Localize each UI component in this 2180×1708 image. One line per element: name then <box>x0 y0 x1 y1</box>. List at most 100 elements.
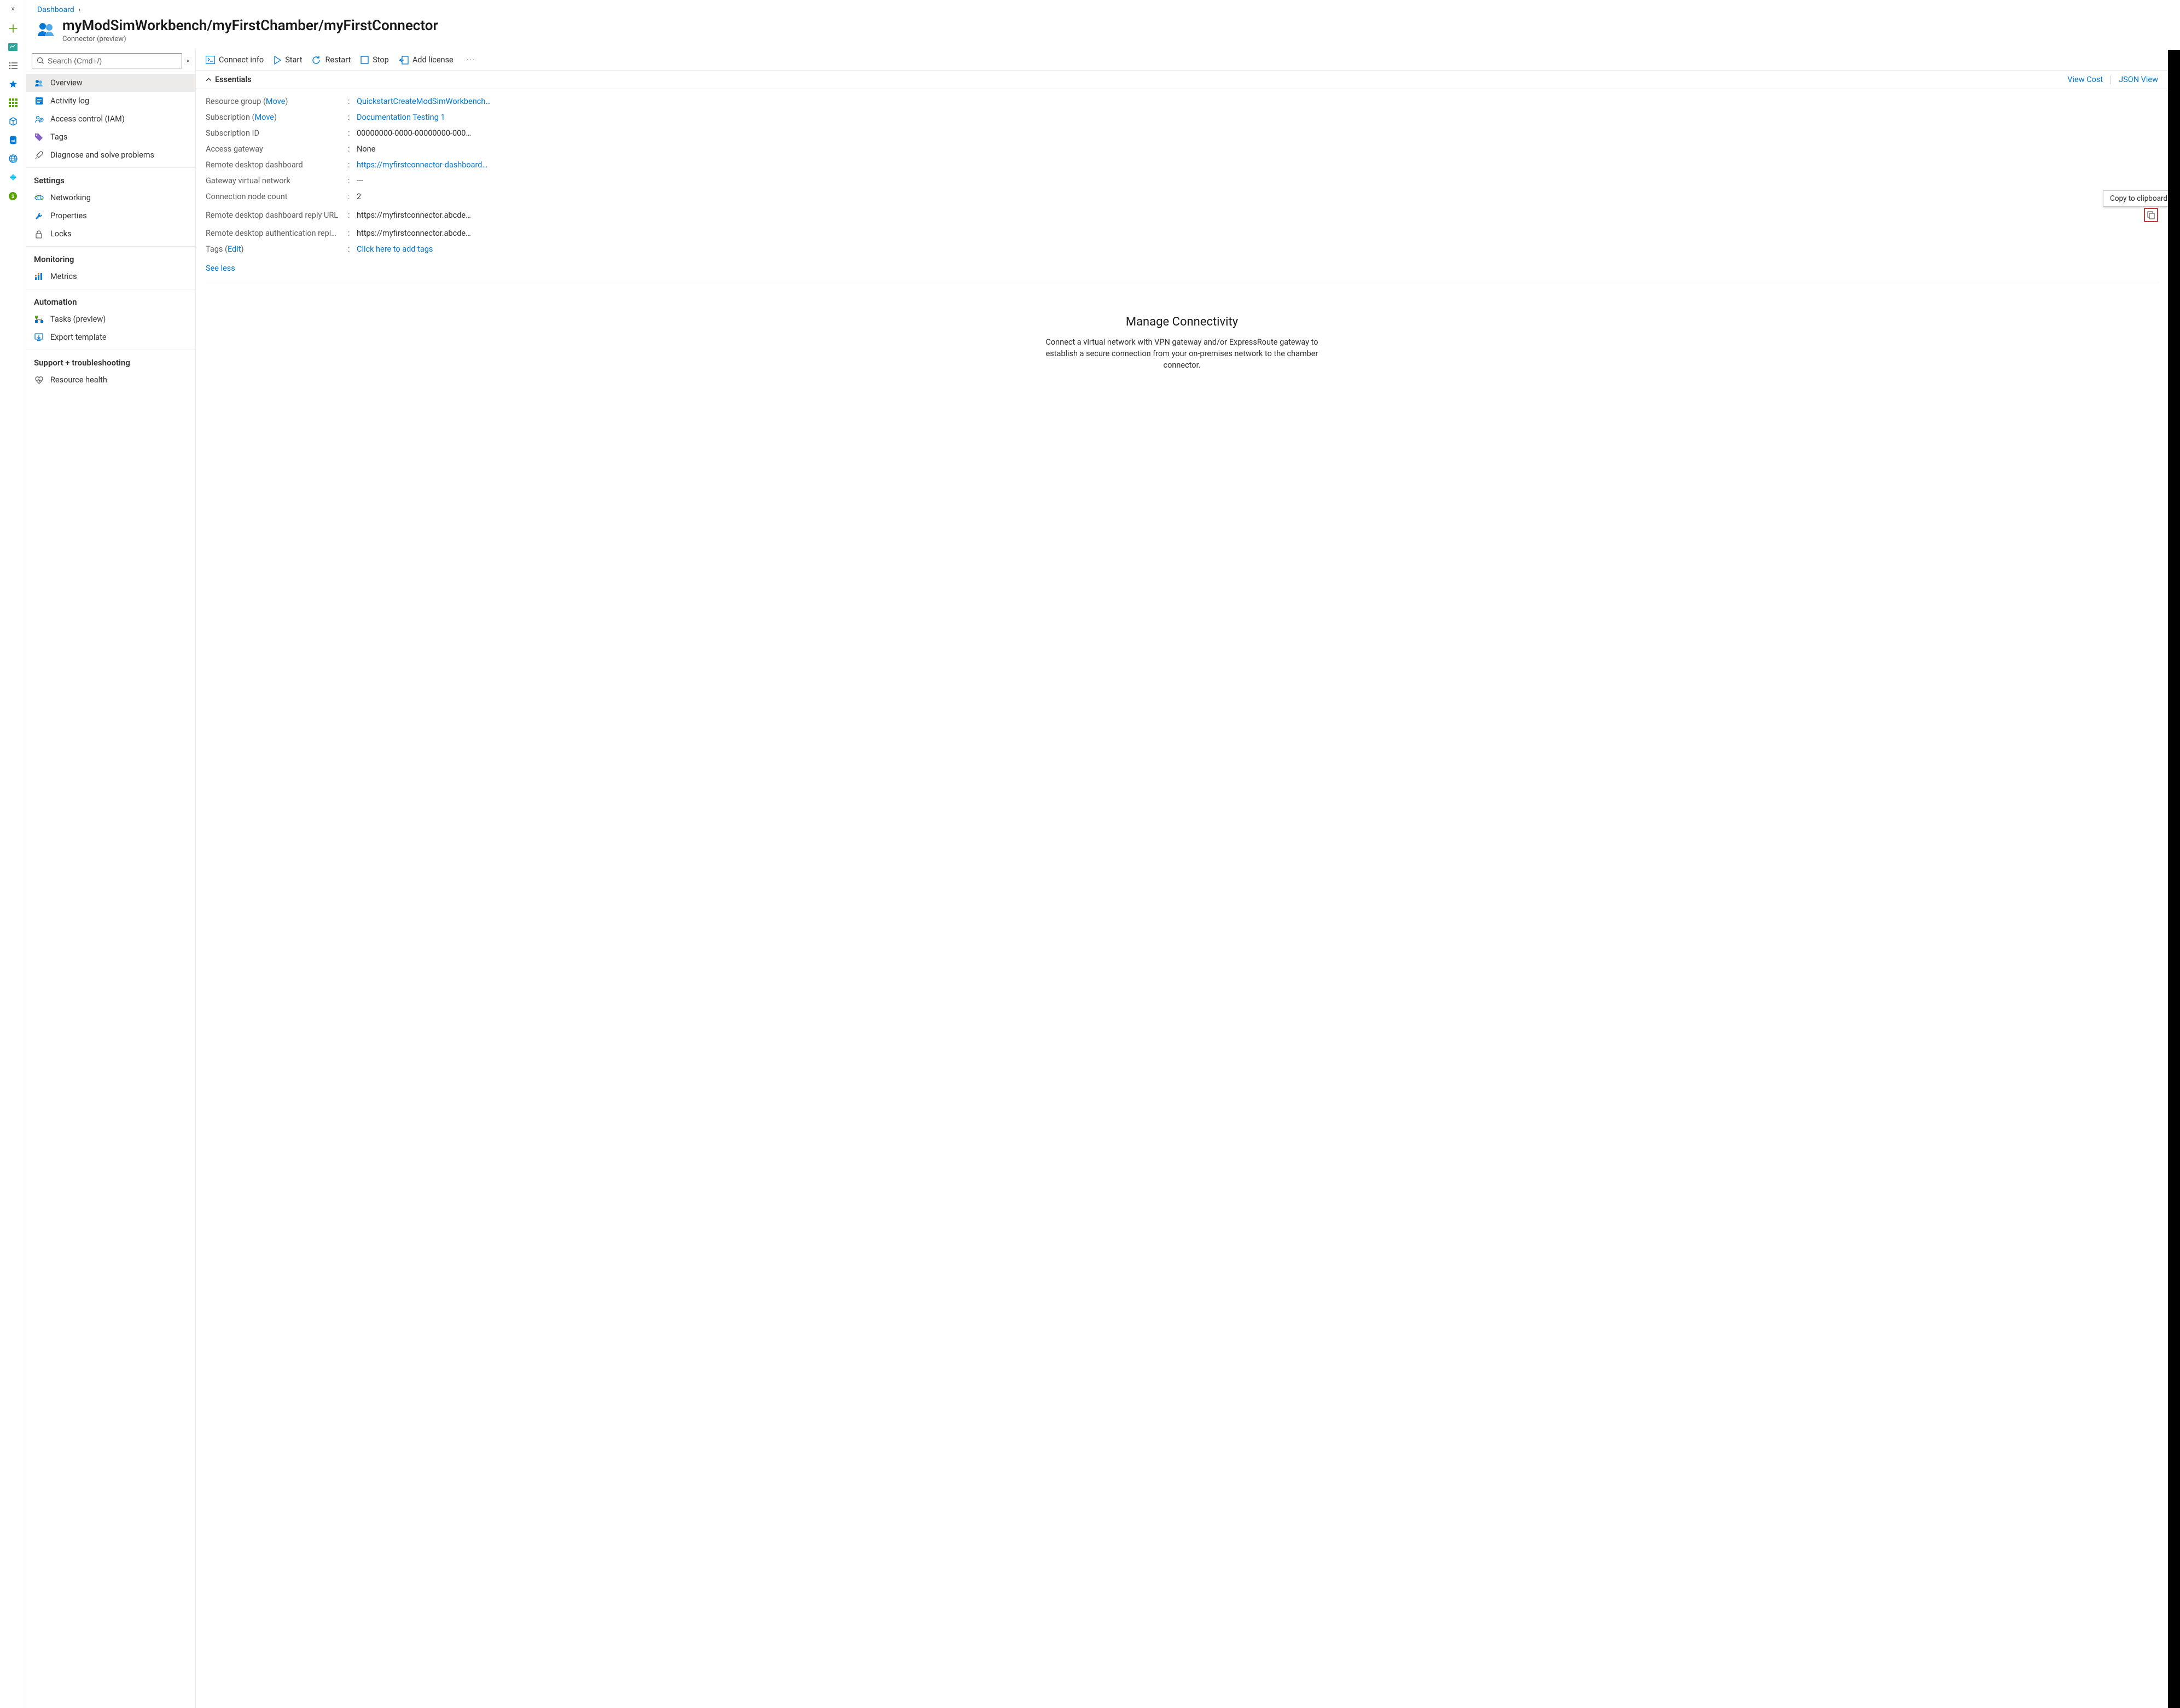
sidebar-item-label: Tasks (preview) <box>50 315 106 324</box>
sidebar-search[interactable] <box>32 53 182 68</box>
essentials-label: Remote desktop dashboard <box>206 160 348 170</box>
edit-link[interactable]: Edit <box>228 245 241 254</box>
rail-list-icon[interactable] <box>8 60 19 71</box>
sidebar-heading-monitoring: Monitoring <box>26 246 195 268</box>
sidebar-item-label: Access control (IAM) <box>50 114 125 124</box>
sidebar-item-overview[interactable]: Overview <box>26 74 195 92</box>
sidebar-item-label: Metrics <box>50 272 77 281</box>
sidebar-item-diagnose[interactable]: Diagnose and solve problems <box>26 146 195 164</box>
essentials-label: Remote desktop dashboard reply URL <box>206 211 348 220</box>
sidebar-heading-automation: Automation <box>26 289 195 310</box>
manage-connectivity-section: Manage Connectivity Connect a virtual ne… <box>196 282 2168 382</box>
sidebar-item-networking[interactable]: Networking <box>26 189 195 207</box>
essentials-heading: Essentials <box>215 75 252 84</box>
properties-icon <box>34 212 44 220</box>
svg-text:sql: sql <box>11 140 15 143</box>
essentials-label: Access gateway <box>206 144 348 154</box>
sidebar-item-label: Diagnose and solve problems <box>50 150 154 160</box>
essentials-row: Tags (Edit):Click here to add tags <box>206 241 2158 257</box>
essentials-toggle[interactable]: Essentials <box>206 75 252 84</box>
sidebar-item-label: Locks <box>50 229 72 239</box>
resource-sidebar: « Overview Activity log Access control (IA… <box>26 50 196 1708</box>
rail-dashboard-icon[interactable] <box>8 42 19 53</box>
sidebar-item-metrics[interactable]: Metrics <box>26 268 195 286</box>
essentials-row: Connection node count:2 <box>206 189 2158 205</box>
sidebar-item-activity[interactable]: Activity log <box>26 92 195 110</box>
more-actions-button[interactable]: ··· <box>463 56 479 65</box>
essentials-value[interactable]: https://myfirstconnector-dashboard… <box>357 160 2158 170</box>
add-license-button[interactable]: Add license <box>399 55 454 65</box>
resource-type-icon <box>37 21 56 39</box>
connect-info-button[interactable]: Connect info <box>206 55 264 65</box>
sidebar-heading-support: Support + troubleshooting <box>26 350 195 371</box>
connectivity-heading: Manage Connectivity <box>240 315 2124 329</box>
essentials-label: Subscription (Move) <box>206 113 348 122</box>
restart-button[interactable]: Restart <box>312 55 351 65</box>
search-icon <box>37 57 44 65</box>
export-icon <box>34 333 44 341</box>
sidebar-item-tags[interactable]: Tags <box>26 128 195 146</box>
sidebar-item-iam[interactable]: Access control (IAM) <box>26 110 195 128</box>
essentials-label: Gateway virtual network <box>206 176 348 185</box>
start-label: Start <box>285 55 302 65</box>
metrics-icon <box>34 272 44 281</box>
sidebar-item-label: Networking <box>50 193 91 202</box>
sidebar-item-label: Export template <box>50 333 107 342</box>
rail-allservices-icon[interactable] <box>8 97 19 108</box>
move-link[interactable]: Move <box>255 113 274 122</box>
essentials-value[interactable]: QuickstartCreateModSimWorkbench… <box>357 97 2158 106</box>
essentials-value[interactable]: Click here to add tags <box>357 245 2158 254</box>
essentials-row: Access gateway:None <box>206 141 2158 157</box>
main-panel: Connect info Start Restart Stop Add lice… <box>196 50 2168 1708</box>
collapse-sidebar-icon[interactable]: « <box>187 57 190 65</box>
rail-diamond-icon[interactable] <box>8 172 19 183</box>
rail-cost-icon[interactable]: $ <box>8 190 19 201</box>
tags-icon <box>34 133 44 142</box>
terminal-icon <box>206 56 215 64</box>
sidebar-item-health[interactable]: Resource health <box>26 371 195 389</box>
sidebar-item-export[interactable]: Export template <box>26 328 195 346</box>
see-less-link[interactable]: See less <box>196 258 245 281</box>
copy-icon <box>2147 211 2155 219</box>
rail-sql-icon[interactable]: sql <box>8 135 19 146</box>
json-view-link[interactable]: JSON View <box>2119 75 2158 84</box>
search-input[interactable] <box>48 56 177 65</box>
diagnose-icon <box>34 151 44 160</box>
copy-button[interactable]: Copy to clipboard <box>2144 208 2158 222</box>
command-bar: Connect info Start Restart Stop Add lice… <box>196 52 2168 70</box>
expand-rail-icon[interactable]: » <box>11 4 15 13</box>
essentials-label: Connection node count <box>206 192 348 201</box>
rail-cube-icon[interactable] <box>8 116 19 127</box>
sidebar-heading-settings: Settings <box>26 167 195 189</box>
sidebar-item-label: Properties <box>50 211 87 220</box>
essentials-value: --- <box>357 176 2158 185</box>
add-license-label: Add license <box>412 55 454 65</box>
chevron-right-icon: › <box>78 5 80 14</box>
sidebar-item-properties[interactable]: Properties <box>26 207 195 225</box>
connect-info-label: Connect info <box>219 55 264 65</box>
sidebar-item-locks[interactable]: Locks <box>26 225 195 243</box>
breadcrumb-root[interactable]: Dashboard <box>37 5 74 14</box>
essentials-label: Remote desktop authentication repl… <box>206 229 348 238</box>
move-link[interactable]: Move <box>266 97 285 106</box>
sidebar-item-tasks[interactable]: Tasks (preview) <box>26 310 195 328</box>
rail-globe-icon[interactable] <box>8 153 19 164</box>
essentials-value: https://myfirstconnector.abcde… <box>357 229 2158 238</box>
restart-icon <box>312 56 321 65</box>
start-button[interactable]: Start <box>274 55 302 65</box>
essentials-value[interactable]: Documentation Testing 1 <box>357 113 2158 122</box>
essentials-value: 2 <box>357 192 2158 201</box>
page-header: myModSimWorkbench/myFirstChamber/myFirst… <box>26 15 2180 50</box>
rail-favorites-icon[interactable] <box>8 79 19 90</box>
essentials-value: None <box>357 144 2158 154</box>
stop-button[interactable]: Stop <box>361 55 389 65</box>
stop-label: Stop <box>373 55 389 65</box>
page-title: myModSimWorkbench/myFirstChamber/myFirst… <box>62 18 438 34</box>
networking-icon <box>34 194 44 201</box>
rail-create-icon[interactable] <box>8 23 19 34</box>
view-cost-link[interactable]: View Cost <box>2067 75 2103 84</box>
sidebar-item-label: Overview <box>50 78 83 88</box>
essentials-label: Resource group (Move) <box>206 97 348 106</box>
restart-label: Restart <box>325 55 351 65</box>
essentials-body: Resource group (Move):QuickstartCreateMo… <box>196 89 2168 258</box>
